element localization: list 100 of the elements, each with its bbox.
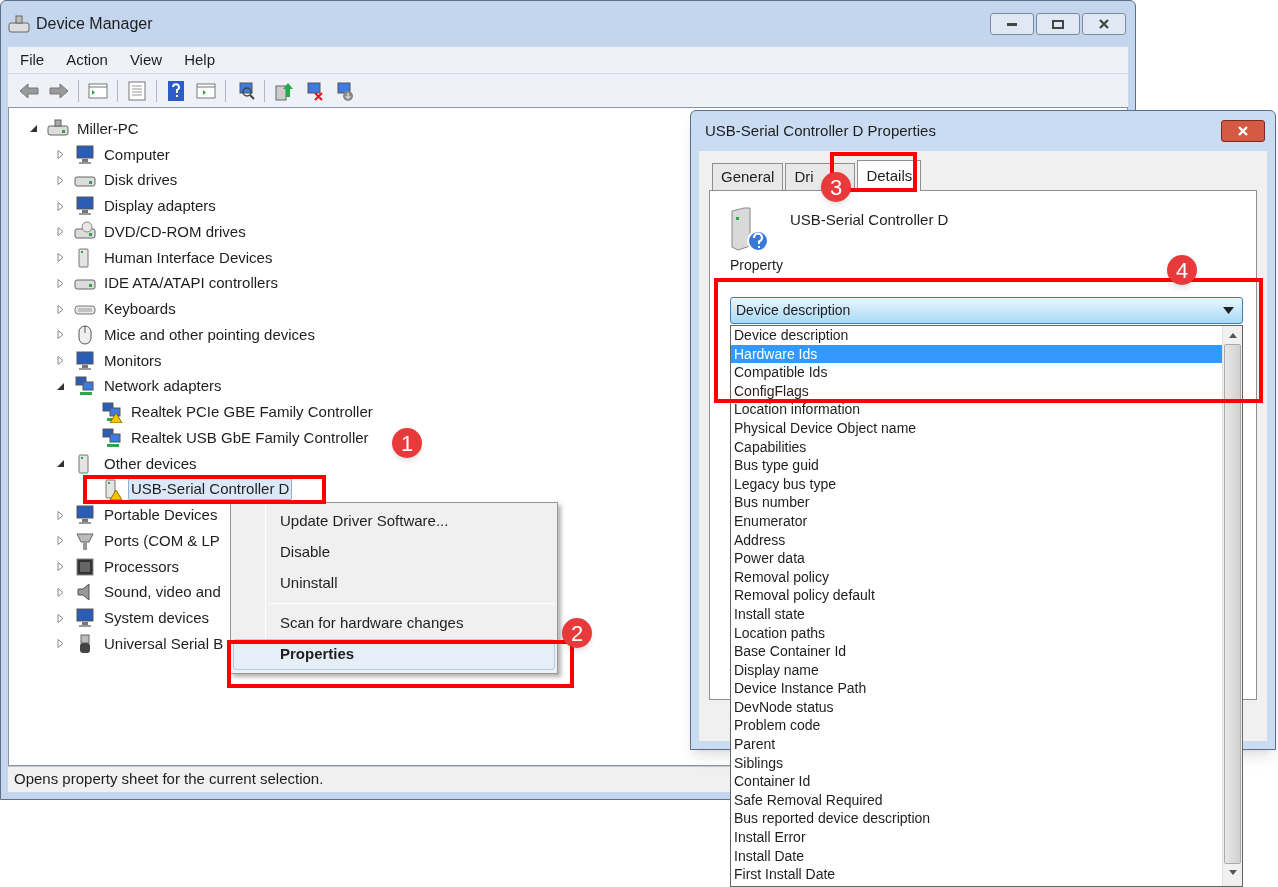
dropdown-option[interactable]: Compatible Ids [731, 363, 1222, 382]
network-icon [101, 426, 123, 449]
dropdown-option[interactable]: Legacy bus type [731, 474, 1222, 494]
tree-item[interactable]: Ports (COM & LP [101, 529, 223, 552]
collapse-arrow-icon[interactable] [29, 124, 38, 134]
tree-item[interactable]: Network adapters [101, 375, 225, 398]
dropdown-option[interactable]: Device description [731, 326, 1222, 345]
close-icon [1098, 18, 1110, 30]
property-label: Property [730, 257, 783, 273]
dropdown-option[interactable]: Display name [731, 660, 1222, 680]
close-icon [1237, 125, 1249, 137]
expand-arrow-icon[interactable] [56, 510, 65, 520]
tree-item[interactable]: IDE ATA/ATAPI controllers [101, 272, 281, 295]
dropdown-option[interactable]: Bus number [731, 493, 1222, 512]
context-menu-item[interactable]: Scan for hardware changes [233, 608, 555, 639]
expand-arrow-icon[interactable] [56, 587, 65, 597]
dropdown-option[interactable]: Install Date [731, 846, 1222, 866]
dropdown-option[interactable]: Install Error [731, 828, 1222, 847]
expand-arrow-icon[interactable] [56, 201, 65, 211]
context-menu-item[interactable]: Uninstall [233, 568, 555, 599]
property-dropdown[interactable]: Device description [730, 297, 1243, 324]
tree-item[interactable]: Sound, video and [101, 581, 224, 604]
dropdown-option[interactable]: Removal policy [731, 567, 1222, 587]
dropdown-option[interactable]: Physical Device Object name [731, 418, 1222, 438]
dropdown-option[interactable]: First Install Date [731, 865, 1222, 884]
tree-item[interactable]: Disk drives [101, 169, 181, 192]
expand-arrow-icon[interactable] [56, 227, 65, 237]
menu-item[interactable]: Help [184, 48, 215, 72]
tree-item[interactable]: USB-Serial Controller D [128, 478, 293, 501]
expand-arrow-icon[interactable] [56, 150, 65, 160]
chip-icon [74, 555, 96, 578]
monitor-icon [74, 504, 96, 527]
tree-item[interactable]: Processors [101, 555, 183, 578]
menu-item[interactable]: View [129, 48, 163, 72]
dropdown-option[interactable]: Removal policy default [731, 586, 1222, 605]
dropdown-option[interactable]: Parent [731, 735, 1222, 754]
tree-item[interactable]: System devices [101, 607, 213, 630]
expand-arrow-icon[interactable] [56, 253, 65, 263]
tree-item[interactable]: Computer [101, 143, 173, 166]
dropdown-option[interactable]: Device Instance Path [731, 679, 1222, 698]
expand-arrow-icon[interactable] [56, 562, 65, 572]
tree-item[interactable]: Realtek PCIe GBE Family Controller [128, 401, 376, 424]
dropdown-option[interactable]: Problem code [731, 716, 1222, 736]
tree-item[interactable]: Keyboards [101, 298, 179, 321]
warning-device-icon [101, 401, 123, 424]
collapse-arrow-icon[interactable] [56, 459, 65, 469]
dropdown-option[interactable]: Siblings [731, 753, 1222, 773]
tree-item[interactable]: Other devices [101, 452, 200, 475]
dropdown-option[interactable]: Capabilities [731, 437, 1222, 457]
device-name: USB-Serial Controller D [790, 210, 949, 230]
expand-arrow-icon[interactable] [56, 278, 65, 288]
expand-arrow-icon[interactable] [56, 304, 65, 314]
scroll-bar[interactable] [1222, 326, 1242, 886]
expand-arrow-icon[interactable] [56, 613, 65, 623]
maximize-button[interactable] [1036, 13, 1080, 35]
monitor-icon [74, 349, 96, 372]
minimize-button[interactable] [990, 13, 1034, 35]
dropdown-option[interactable]: Power data [731, 549, 1222, 568]
dropdown-option[interactable]: DevNode status [731, 697, 1222, 717]
tab[interactable]: General [712, 163, 784, 190]
device-manager-icon [8, 13, 30, 35]
context-menu-item[interactable]: Update Driver Software... [233, 506, 555, 537]
properties-icon[interactable] [126, 79, 148, 102]
context-menu-item[interactable]: Disable [233, 537, 555, 568]
expand-arrow-icon[interactable] [56, 639, 65, 649]
help-icon[interactable] [165, 79, 187, 102]
tree-item[interactable]: Realtek USB GbE Family Controller [128, 426, 372, 449]
collapse-arrow-icon[interactable] [56, 381, 65, 391]
tree-item[interactable]: Universal Serial B [101, 632, 227, 655]
dropdown-option[interactable]: Bus type guid [731, 456, 1222, 475]
dropdown-option[interactable]: Location paths [731, 623, 1222, 643]
dropdown-option[interactable]: Base Container Id [731, 642, 1222, 661]
dropdown-option[interactable]: Address [731, 530, 1222, 550]
tree-item[interactable]: Monitors [101, 349, 165, 372]
monitor-icon [74, 143, 96, 166]
tree-item[interactable]: Miller-PC [74, 117, 142, 140]
dropdown-caret-icon [1223, 307, 1234, 314]
expand-arrow-icon[interactable] [56, 175, 65, 185]
expand-arrow-icon[interactable] [56, 356, 65, 366]
status-text: Opens property sheet for the current selection. [14, 769, 324, 790]
dropdown-option[interactable]: Bus reported device description [731, 809, 1222, 829]
menu-item[interactable]: Action [66, 48, 108, 72]
close-button[interactable] [1221, 120, 1265, 142]
dropdown-option[interactable]: Enumerator [731, 511, 1222, 531]
monitor-icon [74, 195, 96, 218]
network-icon [74, 375, 96, 398]
window-title: Device Manager [36, 14, 153, 34]
expand-arrow-icon[interactable] [56, 536, 65, 546]
expand-arrow-icon[interactable] [56, 330, 65, 340]
dropdown-option[interactable]: Container Id [731, 772, 1222, 791]
close-button[interactable] [1082, 13, 1126, 35]
tree-item[interactable]: Portable Devices [101, 504, 221, 527]
dropdown-option[interactable]: Install state [731, 604, 1222, 624]
dropdown-option[interactable]: Location information [731, 400, 1222, 419]
tree-item[interactable]: Human Interface Devices [101, 246, 276, 269]
dropdown-option[interactable]: Safe Removal Required [731, 790, 1222, 810]
tree-item[interactable]: Mice and other pointing devices [101, 323, 318, 346]
menu-item[interactable]: File [20, 48, 45, 72]
tree-item[interactable]: DVD/CD-ROM drives [101, 220, 249, 243]
tree-item[interactable]: Display adapters [101, 195, 219, 218]
